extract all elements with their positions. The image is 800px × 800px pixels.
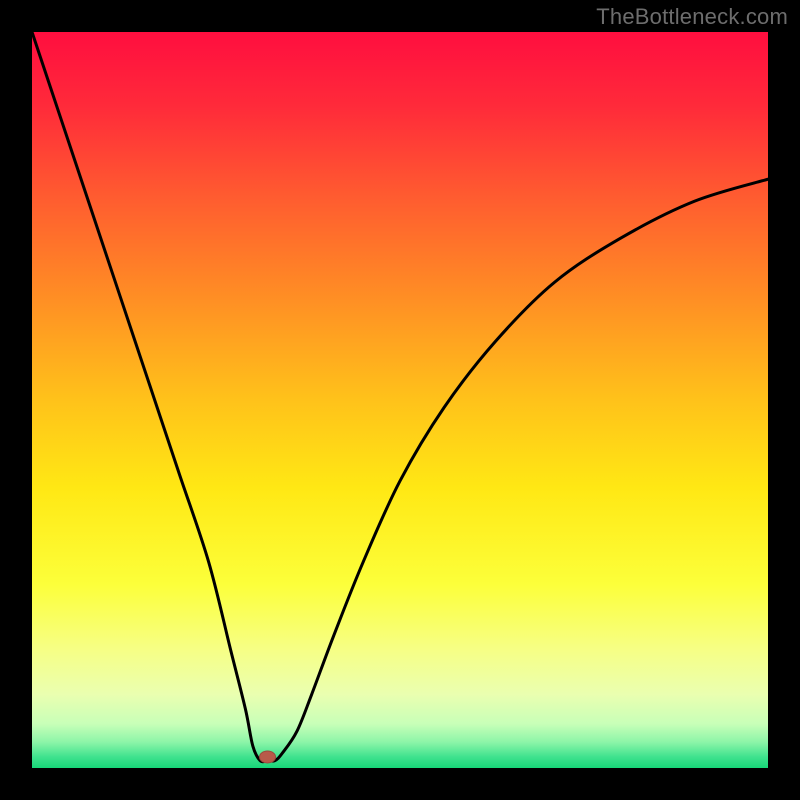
watermark-text: TheBottleneck.com [596, 4, 788, 30]
plot-area [32, 32, 768, 768]
optimal-point-dot [260, 751, 276, 763]
gradient-background [32, 32, 768, 768]
chart-frame: TheBottleneck.com [0, 0, 800, 800]
chart-svg [32, 32, 768, 768]
